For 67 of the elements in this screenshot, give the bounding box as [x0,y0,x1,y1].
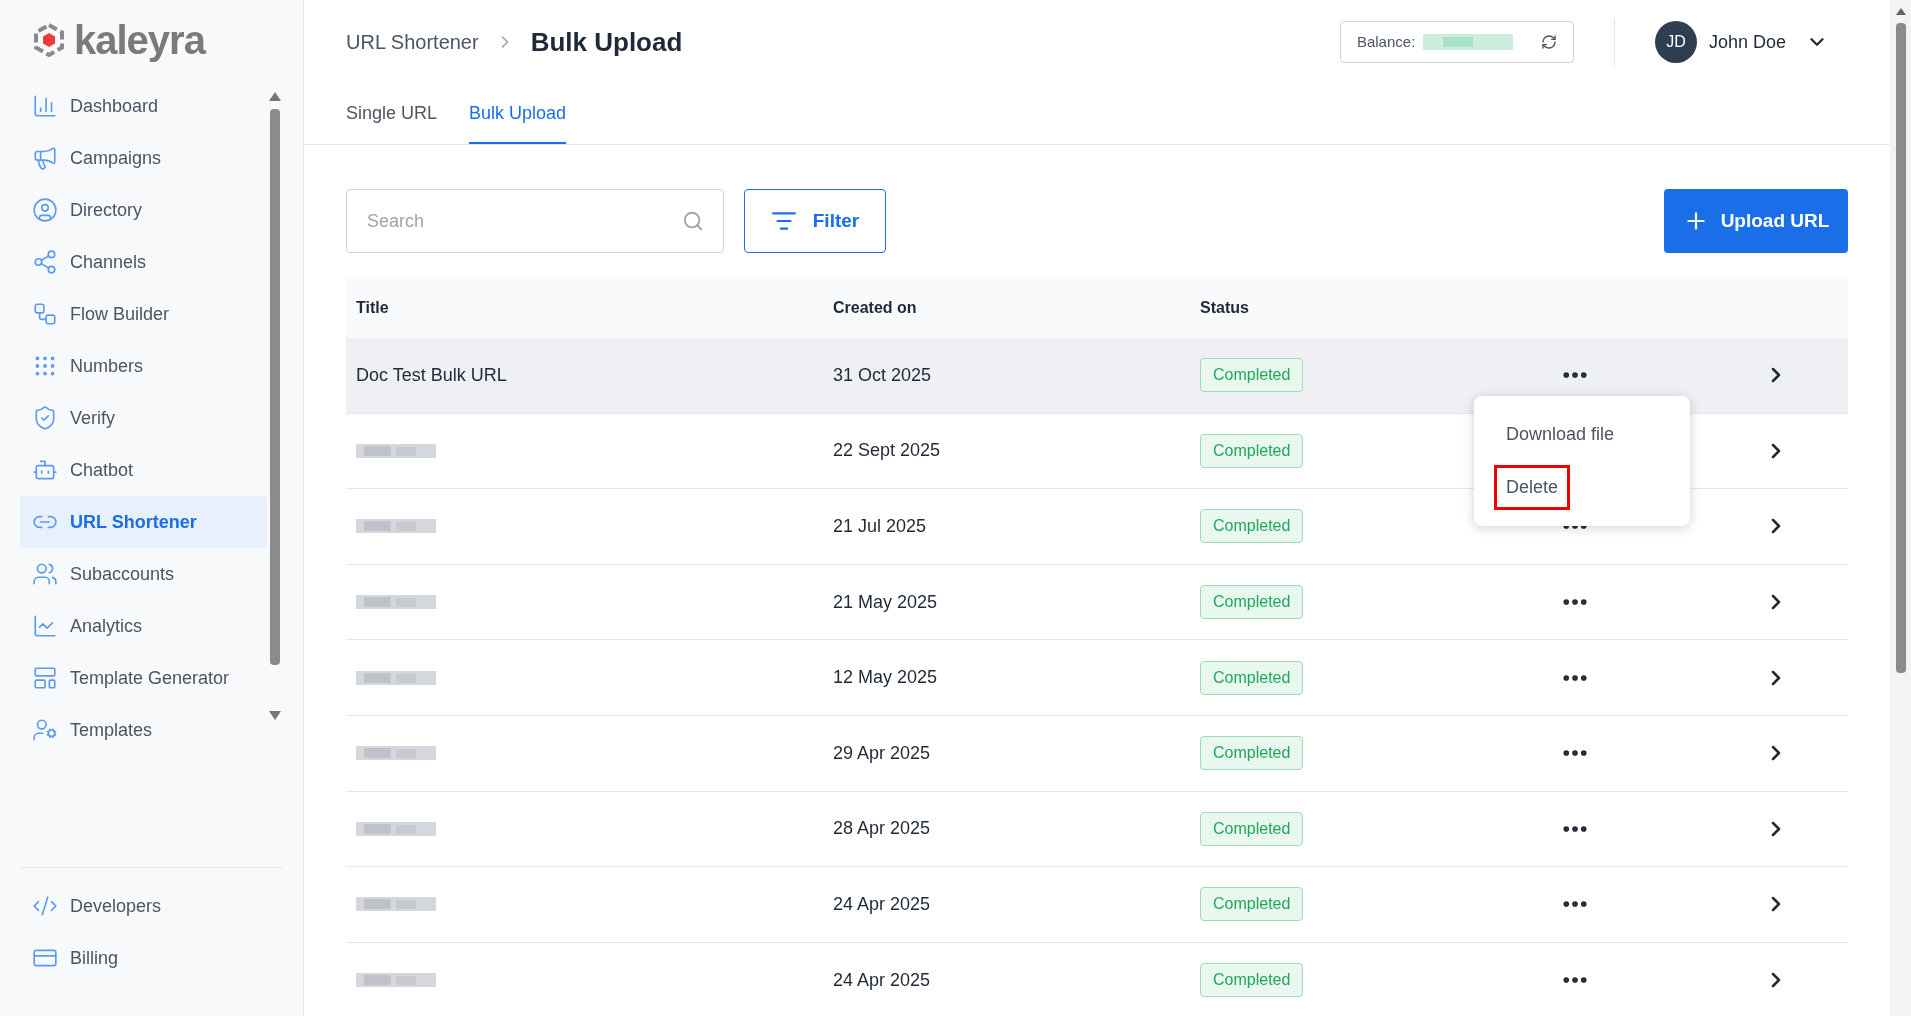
scrollbar-thumb[interactable] [270,109,280,665]
table-cell-text: 31 Oct 2025 [833,363,933,387]
status-badge: Completed [1200,811,1304,846]
search-field[interactable]: Search [346,189,724,253]
sidebar-item[interactable]: Channels [20,236,267,288]
status-badge: Completed [1200,660,1304,695]
table-cell-text: 21 Jul 2025 [833,515,928,538]
filter-button[interactable]: Filter [744,189,886,253]
sidebar-item[interactable]: Numbers [20,340,267,392]
sidebar-item[interactable]: Directory [20,184,267,236]
layout-icon [32,665,58,691]
tab[interactable]: Bulk Upload [469,84,567,144]
nodes-icon [32,249,58,275]
sidebar-item[interactable]: Template Generator [20,652,267,704]
sidebar-item[interactable]: Developers [20,880,283,932]
sidebar-item[interactable]: Templates [20,704,267,756]
table-cell-text: 21 May 2025 [833,590,939,614]
status-badge: Completed [1200,509,1304,544]
refresh-icon[interactable] [1540,34,1557,50]
table-header: Title Created on Status [346,278,1848,338]
line-chart-icon [32,613,58,639]
users-icon [32,561,58,587]
balance-box: Balance: [1339,21,1574,63]
sidebar-item[interactable]: Campaigns [20,132,267,184]
status-badge: Completed [1200,585,1304,620]
tab[interactable]: Single URL [346,84,438,144]
table-cell-text: Doc Test Bulk URL [356,363,507,387]
scroll-up-icon[interactable] [1895,8,1906,15]
table-row[interactable]: Doc Test Bulk URL 31 Oct 2025 Completed [346,338,1848,414]
upload-url-button[interactable]: Upload URL [1664,189,1848,253]
breadcrumb-link[interactable]: URL Shortener [346,27,479,57]
status-badge: Completed [1200,433,1304,468]
sidebar-item[interactable]: Billing [20,932,283,984]
table-cell-text: 24 Apr 2025 [833,968,932,992]
menu-item[interactable]: Delete [1494,465,1571,510]
status-badge: Completed [1200,963,1304,998]
logo-icon [32,23,66,57]
table-cell-text: 24 Apr 2025 [833,892,932,916]
table-cell-text: 29 Apr 2025 [833,741,932,765]
sidebar-item[interactable]: Subaccounts [20,548,267,600]
scrollbar-thumb[interactable] [1895,23,1906,673]
status-badge: Completed [1200,736,1304,771]
user-circle-icon [32,197,58,223]
sidebar-item[interactable]: Chatbot [20,444,267,496]
menu-item[interactable]: Download file [1494,412,1627,457]
user-name: John Doe [1708,30,1786,54]
sidebar-item[interactable]: Dashboard [20,80,267,132]
status-badge: Completed [1200,887,1304,922]
sidebar-item[interactable]: Flow Builder [20,288,267,340]
table-cell-text: 12 May 2025 [833,666,939,690]
sidebar-item[interactable]: URL Shortener [20,496,267,548]
sidebar-item[interactable]: Verify [20,392,267,444]
scroll-up-icon[interactable] [269,92,281,101]
megaphone-icon [32,145,58,171]
page-title: Bulk Upload [530,25,683,59]
status-badge: Completed [1200,358,1304,393]
user-avatar: JD [1654,21,1697,63]
logo-text: kaleyra [74,17,205,64]
table-cell-text: 28 Apr 2025 [833,817,932,841]
scroll-down-icon[interactable] [269,711,281,720]
flow-icon [32,301,58,327]
table-cell-text: 22 Sept 2025 [833,439,942,463]
bar-chart-icon [32,93,58,119]
user-gear-icon [32,717,58,743]
search-icon [682,210,704,232]
sidebar-item[interactable]: Analytics [20,600,267,652]
user-menu[interactable]: JD John Doe [1654,21,1828,63]
